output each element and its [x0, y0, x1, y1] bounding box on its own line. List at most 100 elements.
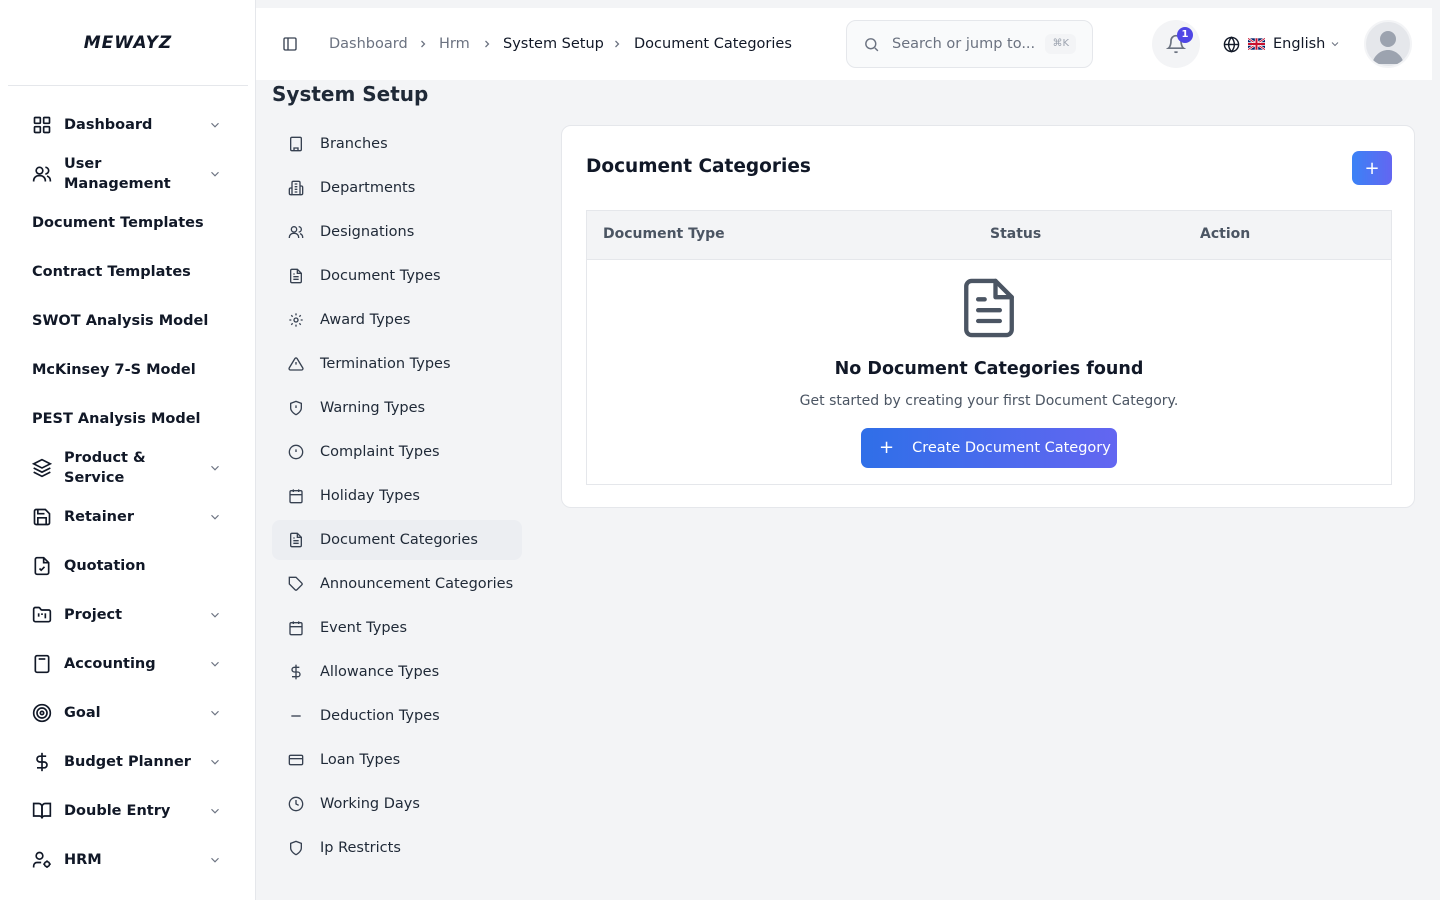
sidebar-item-label: Retainer: [64, 509, 134, 525]
add-category-button[interactable]: +: [1352, 151, 1392, 185]
language-selector[interactable]: English: [1223, 34, 1341, 54]
submenu-item-departments[interactable]: Departments: [272, 168, 522, 208]
search-box[interactable]: Search or jump to... ⌘K: [846, 20, 1093, 68]
chevron-down-icon: [208, 706, 222, 720]
chevron-right-icon: [417, 38, 429, 50]
book-open-icon: [32, 801, 52, 821]
breadcrumb-dashboard[interactable]: Dashboard: [329, 34, 408, 54]
target-icon: [32, 703, 52, 723]
sidebar-item-mckinsey-model[interactable]: McKinsey 7-S Model: [32, 360, 224, 380]
sidebar-item-label: Quotation: [64, 558, 146, 574]
sidebar-item-label: Accounting: [64, 656, 156, 672]
sidebar-item-double-entry[interactable]: Double Entry: [32, 800, 224, 822]
submenu-item-complaint-types[interactable]: Complaint Types: [272, 432, 522, 472]
building-icon: [288, 136, 304, 152]
create-document-category-button[interactable]: + Create Document Category: [861, 428, 1117, 468]
sidebar-item-pest-analysis[interactable]: PEST Analysis Model: [32, 409, 224, 429]
sidebar-item-label: Document Templates: [32, 215, 204, 231]
empty-state-subtitle: Get started by creating your first Docum…: [799, 393, 1179, 409]
submenu-item-label: Working Days: [320, 796, 420, 812]
submenu-item-label: Document Types: [320, 268, 441, 284]
column-header-status[interactable]: Status: [990, 226, 1041, 242]
plus-icon: +: [879, 437, 895, 458]
column-header-document-type[interactable]: Document Type: [603, 226, 725, 242]
sidebar-item-label: User Management: [64, 156, 171, 192]
calendar-icon: [288, 488, 304, 504]
sidebar-item-hrm[interactable]: HRM: [32, 849, 224, 871]
submenu-item-loan-types[interactable]: Loan Types: [272, 740, 522, 780]
submenu-item-label: Event Types: [320, 620, 408, 636]
search-icon: [863, 36, 880, 53]
sidebar-toggle-icon[interactable]: [282, 36, 298, 52]
sidebar-item-goal[interactable]: Goal: [32, 702, 224, 724]
sidebar-item-label: Budget Planner: [64, 754, 191, 770]
grid-icon: [32, 115, 52, 135]
globe-icon: [1223, 35, 1240, 53]
sidebar-item-budget-planner[interactable]: Budget Planner: [32, 751, 224, 773]
file-text-icon: [288, 532, 304, 548]
submenu-item-document-types[interactable]: Document Types: [272, 256, 522, 296]
submenu-item-termination-types[interactable]: Termination Types: [272, 344, 522, 384]
submenu-item-holiday-types[interactable]: Holiday Types: [272, 476, 522, 516]
users-icon: [32, 164, 52, 184]
document-categories-card: Document Categories + Document Type Stat…: [561, 125, 1415, 508]
breadcrumb-system-setup[interactable]: System Setup: [503, 34, 604, 54]
empty-state-title: No Document Categories found: [834, 359, 1144, 379]
submenu-item-event-types[interactable]: Event Types: [272, 608, 522, 648]
sidebar-item-accounting[interactable]: Accounting: [32, 653, 224, 675]
logo-text: MEWAYZ: [83, 32, 173, 53]
building-2-icon: [288, 180, 304, 196]
tag-icon: [288, 576, 304, 592]
sidebar-item-label: Product & Service: [64, 450, 146, 486]
submenu-item-ip-restricts[interactable]: Ip Restricts: [272, 828, 522, 868]
submenu-item-label: Loan Types: [320, 752, 401, 768]
table-header: Document Type Status Action: [587, 211, 1391, 260]
clock-icon: [288, 796, 304, 812]
notifications-button[interactable]: [1152, 20, 1200, 68]
submenu-item-deduction-types[interactable]: Deduction Types: [272, 696, 522, 736]
sidebar-item-label: SWOT Analysis Model: [32, 313, 209, 329]
sidebar-item-swot-analysis[interactable]: SWOT Analysis Model: [32, 311, 224, 331]
submenu-item-allowance-types[interactable]: Allowance Types: [272, 652, 522, 692]
sidebar-item-label: Project: [64, 607, 123, 623]
calculator-icon: [32, 654, 52, 674]
shield-icon: [288, 840, 304, 856]
submenu-item-working-days[interactable]: Working Days: [272, 784, 522, 824]
award-icon: [288, 312, 304, 328]
file-text-icon: [288, 268, 304, 284]
user-avatar[interactable]: [1364, 20, 1412, 68]
chevron-down-icon: [208, 118, 222, 132]
sidebar-item-project[interactable]: Project: [32, 604, 224, 626]
submenu-item-branches[interactable]: Branches: [272, 124, 522, 164]
submenu-item-label: Ip Restricts: [320, 840, 401, 856]
chevron-down-icon: [1329, 38, 1341, 50]
sidebar-item-label: PEST Analysis Model: [32, 411, 201, 427]
sidebar-item-contract-templates[interactable]: Contract Templates: [32, 262, 224, 282]
sidebar-item-retainer[interactable]: Retainer: [32, 506, 224, 528]
search-placeholder: Search or jump to...: [892, 36, 1036, 52]
submenu-item-warning-types[interactable]: Warning Types: [272, 388, 522, 428]
submenu-item-announcement-categories[interactable]: Announcement Categories: [272, 564, 522, 604]
card-title: Document Categories: [586, 156, 811, 177]
submenu-item-document-categories[interactable]: Document Categories: [272, 520, 522, 560]
submenu-item-label: Departments: [320, 180, 416, 196]
submenu-item-designations[interactable]: Designations: [272, 212, 522, 252]
layers-icon: [32, 458, 52, 478]
sidebar-item-product-service[interactable]: Product & Service: [32, 448, 224, 488]
logo[interactable]: MEWAYZ: [8, 0, 248, 86]
sidebar-item-document-templates[interactable]: Document Templates: [32, 213, 224, 233]
sidebar-item-label: McKinsey 7-S Model: [32, 362, 196, 378]
breadcrumb-hrm[interactable]: Hrm: [439, 34, 470, 54]
sidebar-item-quotation[interactable]: Quotation: [32, 555, 224, 577]
chevron-down-icon: [208, 755, 222, 769]
sidebar: MEWAYZ Dashboard User Management Documen…: [0, 0, 256, 900]
sidebar-item-dashboard[interactable]: Dashboard: [32, 114, 224, 136]
user-cog-icon: [32, 850, 52, 870]
sidebar-item-user-management[interactable]: User Management: [32, 154, 224, 194]
top-header: Dashboard Hrm System Setup Document Cate…: [256, 8, 1432, 80]
submenu-item-award-types[interactable]: Award Types: [272, 300, 522, 340]
submenu-item-label: Announcement Categories: [320, 576, 514, 592]
create-button-label: Create Document Category: [912, 440, 1111, 456]
language-label: English: [1273, 36, 1326, 52]
alert-circle-icon: [288, 444, 304, 460]
